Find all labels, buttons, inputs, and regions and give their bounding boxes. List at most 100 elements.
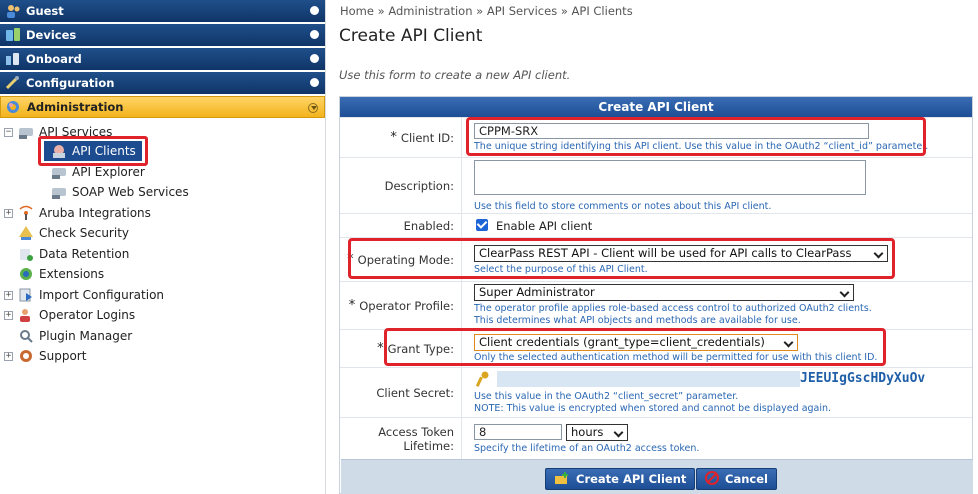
expand-toggle-icon[interactable]: + (4, 351, 13, 361)
tree-item-extensions[interactable]: Extensions (17, 264, 104, 284)
nav-onboard[interactable]: Onboard (0, 48, 325, 70)
description-textarea[interactable] (474, 160, 866, 195)
tree-label: Data Retention (39, 247, 130, 261)
expand-bullet-icon[interactable] (310, 54, 319, 63)
check-security-icon (17, 225, 35, 241)
nav-administration-label: Administration (27, 100, 124, 114)
cancel-button[interactable]: Cancel (696, 468, 777, 490)
key-icon (475, 371, 490, 392)
expand-toggle-icon[interactable]: + (4, 208, 13, 218)
chevron-down-icon (613, 427, 624, 438)
client-id-label: * Client ID: (340, 118, 460, 157)
breadcrumb-home[interactable]: Home (340, 4, 374, 18)
token-lifetime-unit-select[interactable]: hours (566, 424, 628, 441)
tree-label: Aruba Integrations (39, 206, 151, 220)
add-icon (554, 471, 570, 488)
tree-item-import-configuration[interactable]: + Import Configuration (4, 285, 164, 305)
data-retention-icon (17, 246, 35, 262)
enable-api-client-label[interactable]: Enable API client (496, 219, 592, 233)
api-services-icon (17, 124, 35, 140)
nav-devices-label: Devices (26, 28, 77, 42)
operating-mode-annotation-box (348, 238, 895, 279)
form-header: Create API Client (340, 97, 972, 117)
breadcrumb-separator: » (472, 4, 487, 18)
nav-guest-label: Guest (26, 4, 64, 18)
breadcrumb-separator: » (557, 4, 572, 18)
tree-label: Operator Logins (39, 308, 136, 322)
nav-configuration[interactable]: Configuration (0, 72, 325, 94)
create-api-client-form: Create API Client * Client ID: CPPM-SRX … (339, 96, 973, 494)
breadcrumb-api-clients: API Clients (571, 4, 633, 18)
import-configuration-icon (17, 287, 35, 303)
tree-label: Support (39, 349, 87, 363)
nav-administration[interactable]: Administration (0, 96, 325, 118)
breadcrumb: Home » Administration » API Services » A… (340, 4, 633, 18)
breadcrumb-administration[interactable]: Administration (388, 4, 472, 18)
tree-label: Extensions (39, 267, 105, 281)
page-intro: Use this form to create a new API client… (339, 68, 571, 82)
create-api-client-label: Create API Client (576, 472, 687, 486)
breadcrumb-api-services[interactable]: API Services (487, 4, 557, 18)
client-secret-value: JEEUIgGscHDyXuOv (800, 371, 926, 386)
description-label-text: Description: (384, 178, 454, 193)
tree-item-check-security[interactable]: Check Security (17, 223, 129, 243)
operator-profile-label: * Operator Profile: (340, 282, 460, 329)
required-mark: * (348, 298, 356, 313)
cancel-label: Cancel (725, 472, 768, 486)
onboard-icon (4, 51, 22, 67)
client-secret-label-text: Client Secret: (376, 385, 454, 400)
nav-onboard-label: Onboard (26, 52, 82, 66)
client-id-annotation-box (466, 117, 926, 156)
administration-icon (5, 99, 23, 115)
client-secret-hint-2: NOTE: This value is encrypted when store… (474, 403, 832, 414)
expand-toggle-icon[interactable]: + (4, 290, 13, 300)
tree-item-data-retention[interactable]: Data Retention (17, 244, 129, 264)
configuration-icon (4, 75, 22, 91)
operator-profile-value: Super Administrator (479, 285, 595, 299)
tree-label: Check Security (39, 226, 130, 240)
client-secret-hint-1: Use this value in the OAuth2 “client_sec… (474, 391, 739, 402)
nav-configuration-label: Configuration (26, 76, 115, 90)
expand-bullet-icon[interactable] (310, 30, 319, 39)
tree-label: API Explorer (72, 165, 145, 179)
grant-type-annotation-box (384, 328, 886, 366)
aruba-integrations-icon (17, 205, 35, 221)
guest-icon (4, 3, 22, 19)
nav-devices[interactable]: Devices (0, 24, 325, 46)
client-id-label-text: Client ID: (400, 130, 454, 145)
expand-bullet-icon[interactable] (310, 6, 319, 15)
nav-guest[interactable]: Guest (0, 0, 325, 22)
operator-profile-hint-1: The operator profile applies role-based … (474, 303, 872, 314)
support-icon (17, 348, 35, 364)
tree-item-support[interactable]: + Support (4, 346, 86, 366)
tree-item-aruba-integrations[interactable]: + Aruba Integrations (4, 203, 151, 223)
client-secret-label: Client Secret: (340, 368, 460, 417)
tree-item-api-explorer[interactable]: API Explorer (50, 162, 145, 182)
collapse-toggle-icon[interactable]: − (4, 127, 13, 137)
chevron-down-icon (839, 287, 850, 298)
token-lifetime-label: Access Token Lifetime: (340, 418, 460, 459)
soap-web-services-icon (50, 184, 68, 200)
required-mark: * (390, 130, 397, 145)
enabled-label-text: Enabled: (403, 218, 454, 233)
tree-item-soap-web-services[interactable]: SOAP Web Services (50, 182, 189, 202)
operator-logins-icon (17, 307, 35, 323)
required-mark: * (377, 341, 384, 356)
create-api-client-button[interactable]: Create API Client (545, 468, 696, 490)
expand-toggle-icon[interactable]: + (4, 310, 13, 320)
expand-bullet-icon[interactable] (310, 78, 319, 87)
operator-profile-label-text: Operator Profile: (359, 298, 454, 313)
description-hint: Use this field to store comments or note… (474, 201, 772, 212)
tree-item-plugin-manager[interactable]: Plugin Manager (17, 326, 132, 346)
api-explorer-icon (50, 164, 68, 180)
enabled-label: Enabled: (340, 214, 460, 237)
enable-api-client-checkbox[interactable] (476, 219, 488, 231)
tree-item-operator-logins[interactable]: + Operator Logins (4, 305, 135, 325)
collapse-bullet-icon[interactable] (308, 103, 318, 113)
cancel-icon (705, 470, 719, 488)
breadcrumb-separator: » (373, 4, 389, 18)
devices-icon (4, 27, 22, 43)
client-secret-redacted (497, 371, 800, 387)
token-lifetime-input[interactable]: 8 (474, 424, 562, 440)
operator-profile-select[interactable]: Super Administrator (474, 284, 854, 301)
